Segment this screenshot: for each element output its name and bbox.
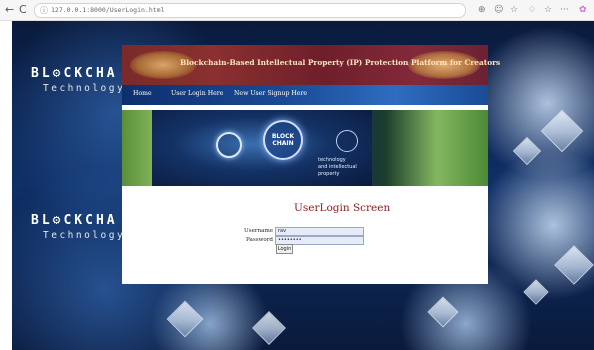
cube-graphic: [166, 300, 204, 338]
back-arrow-icon[interactable]: ←: [5, 3, 14, 17]
menu-item-signup[interactable]: New User Signup Here: [234, 90, 307, 97]
hero-caption-line-1: technology: [318, 157, 346, 163]
username-label: Username: [244, 228, 274, 234]
zoom-icon[interactable]: ⊕: [478, 3, 486, 17]
copilot-icon[interactable]: ✿: [579, 3, 587, 17]
hero-banner: BLOCK CHAIN technology and intellectual …: [122, 110, 488, 186]
hero-caption-line-2: and intellectual property: [318, 164, 357, 177]
login-button[interactable]: Login: [276, 244, 293, 254]
globe-graphic: [216, 132, 242, 158]
favorite-icon[interactable]: ☆: [510, 3, 518, 17]
cube-graphic: [554, 245, 594, 285]
network-graphic: [336, 130, 358, 152]
blockchain-badge: BLOCK CHAIN: [263, 120, 303, 160]
extensions-icon[interactable]: ♢: [528, 3, 536, 17]
site-title: Blockchain-Based Intellectual Property (…: [180, 58, 501, 67]
cube-graphic: [523, 279, 549, 305]
cube-graphic: [427, 296, 459, 328]
login-title: UserLogin Screen: [294, 202, 391, 214]
badge-line-2: CHAIN: [272, 140, 294, 147]
cube-graphic: [252, 311, 286, 345]
info-icon[interactable]: ⓘ: [40, 4, 48, 17]
hero-image: BLOCK CHAIN technology and intellectual …: [152, 110, 372, 186]
nav-menu: Home User Login Here New User Signup Her…: [122, 85, 488, 105]
refresh-icon[interactable]: C: [19, 3, 27, 17]
password-label: Password: [246, 237, 273, 243]
badge-line-1: BLOCK: [271, 133, 295, 140]
cube-graphic: [540, 109, 584, 153]
main-container: Blockchain-Based Intellectual Property (…: [122, 45, 500, 284]
menu-item-home[interactable]: Home: [133, 90, 152, 97]
more-menu-icon[interactable]: ···: [560, 3, 569, 17]
url-text: 127.0.0.1:8000/UserLogin.html: [51, 6, 165, 14]
address-bar[interactable]: ⓘ 127.0.0.1:8000/UserLogin.html: [34, 3, 466, 18]
header-banner: Blockchain-Based Intellectual Property (…: [122, 45, 500, 85]
favorites-bar-icon[interactable]: ☆: [544, 3, 552, 17]
username-input[interactable]: rav: [275, 227, 364, 236]
browser-toolbar: ← C ⓘ 127.0.0.1:8000/UserLogin.html ⊕ ☺ …: [0, 0, 594, 21]
hero-caption: technology and intellectual property: [318, 157, 372, 178]
cube-graphic: [512, 136, 542, 166]
tracking-icon[interactable]: ☺: [494, 3, 503, 17]
menu-item-user-login[interactable]: User Login Here: [171, 90, 223, 97]
